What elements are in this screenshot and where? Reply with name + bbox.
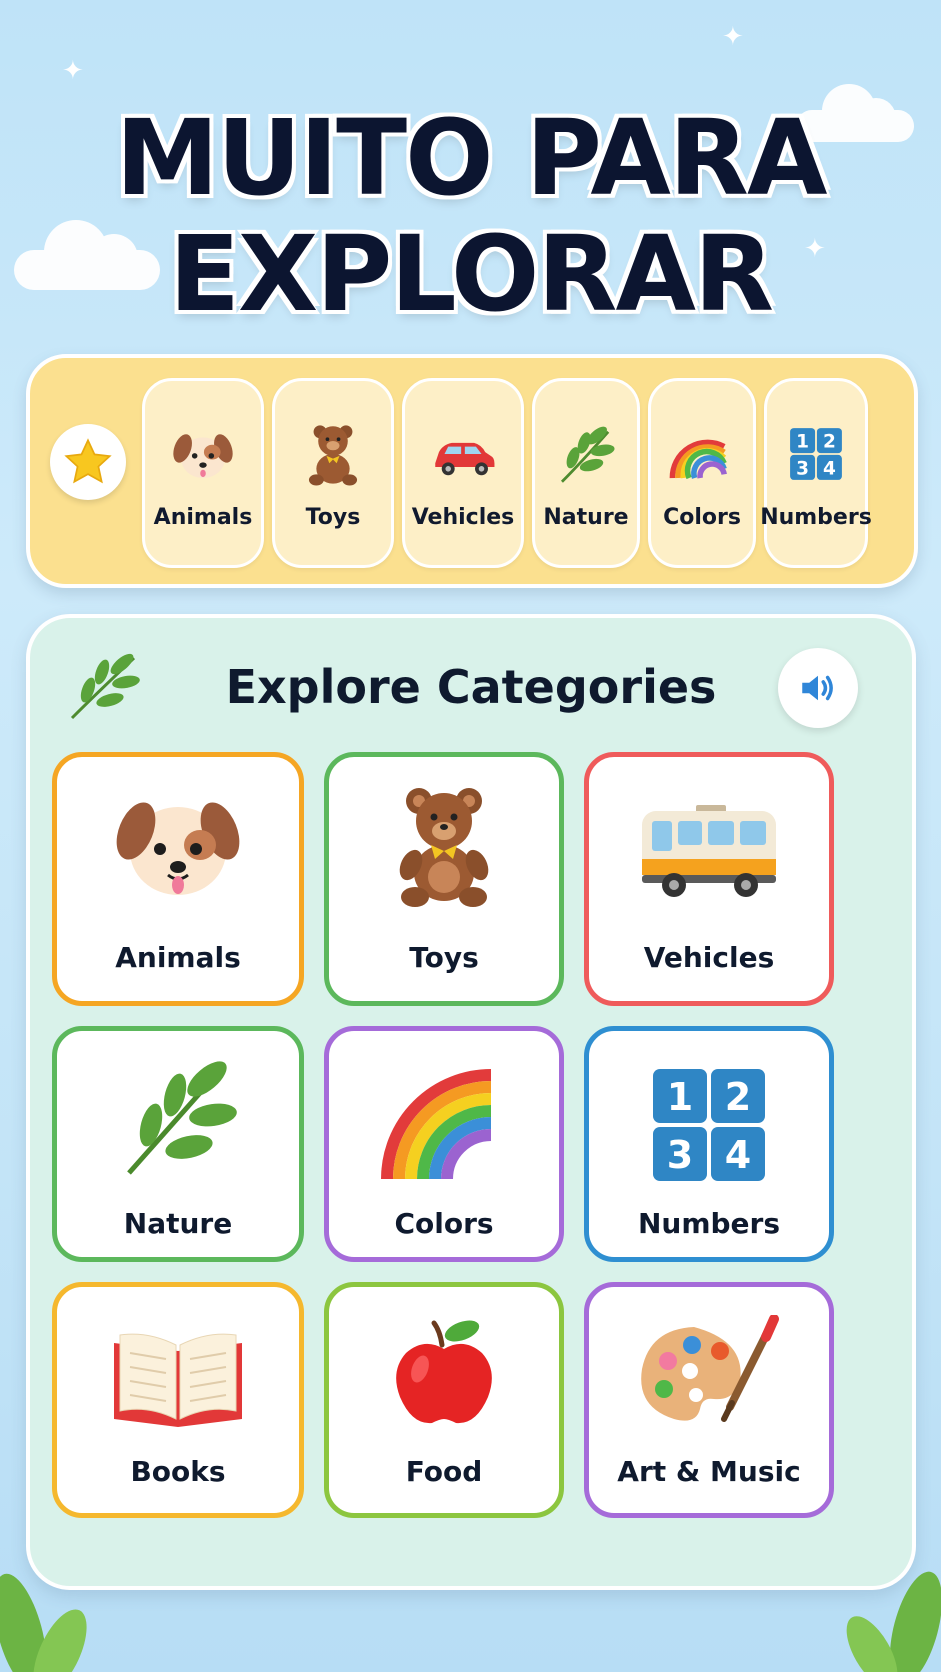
category-label: Numbers [637,1207,781,1240]
number-2: 2 [725,1075,751,1119]
category-card-food[interactable]: Food [324,1282,564,1518]
tray-chip-colors[interactable]: Colors [648,378,756,568]
number-1: 1 [667,1075,693,1119]
tray-chip-label: Numbers [760,504,872,530]
leaf-icon [560,426,615,483]
page-title: MUITO PARA EXPLORAR [0,100,941,332]
tray-chip-animals[interactable]: Animals [142,378,264,568]
title-line-2: EXPLORAR [168,213,774,335]
category-card-books[interactable]: Books [52,1282,304,1518]
categories-panel: Explore Categories Animals Toys Vehicles… [26,614,916,1590]
title-line-1: MUITO PARA [115,97,828,219]
sparkle-icon: ✦ [722,22,744,52]
bus-icon [642,805,776,897]
palette-icon [641,1315,779,1422]
category-label: Colors [394,1207,494,1240]
number-3: 3 [796,458,809,479]
category-label: Toys [409,941,479,974]
category-card-vehicles[interactable]: Vehicles [584,752,834,1006]
category-card-numbers[interactable]: 1 2 3 4 Numbers [584,1026,834,1262]
foliage-decoration [0,1573,87,1672]
numbers-icon: 1 2 3 4 [790,427,842,480]
tray-chip-vehicles[interactable]: Vehicles [402,378,524,568]
foliage-decoration [846,1571,941,1672]
category-label: Art & Music [617,1455,801,1488]
category-tray: Animals Toys Vehicles Nature Colors 1 2 … [26,354,918,588]
audio-button[interactable] [778,648,858,728]
tray-chip-label: Toys [305,504,361,530]
teddy-bear-icon [308,424,358,485]
tray-chip-label: Animals [153,504,253,530]
dog-icon [173,433,233,478]
category-card-art-music[interactable]: Art & Music [584,1282,834,1518]
rainbow-icon [669,439,727,479]
book-icon [114,1333,242,1427]
speaker-icon [802,675,833,701]
category-label: Nature [123,1207,233,1240]
number-1: 1 [796,431,809,452]
category-label: Animals [115,941,241,974]
number-2: 2 [823,431,836,452]
category-label: Books [130,1455,226,1488]
numbers-icon: 1 2 3 4 [653,1069,765,1181]
tray-chip-numbers[interactable]: 1 2 3 4 Numbers [760,378,872,568]
category-card-animals[interactable]: Animals [52,752,304,1006]
category-card-colors[interactable]: Colors [324,1026,564,1262]
category-label: Food [405,1455,483,1488]
teddy-bear-icon [399,788,489,907]
tray-chips: Animals Toys Vehicles Nature Colors 1 2 … [142,378,872,568]
dog-icon [116,802,240,895]
number-4: 4 [823,458,836,479]
tray-chip-label: Vehicles [411,504,515,530]
category-card-nature[interactable]: Nature [52,1026,304,1262]
rainbow-icon [381,1069,492,1180]
category-card-toys[interactable]: Toys [324,752,564,1006]
star-icon [64,438,112,484]
tray-chip-toys[interactable]: Toys [272,378,394,568]
sparkle-icon: ✦ [62,56,84,86]
tray-chip-nature[interactable]: Nature [532,378,640,568]
number-4: 4 [725,1133,751,1177]
tray-chip-label: Nature [543,504,629,530]
tray-chip-label: Colors [663,504,741,530]
category-label: Vehicles [643,941,775,974]
number-3: 3 [667,1133,693,1177]
car-icon [435,442,495,475]
leaf-icon [127,1061,237,1175]
apple-icon [396,1320,492,1424]
favorites-button[interactable] [50,424,126,500]
